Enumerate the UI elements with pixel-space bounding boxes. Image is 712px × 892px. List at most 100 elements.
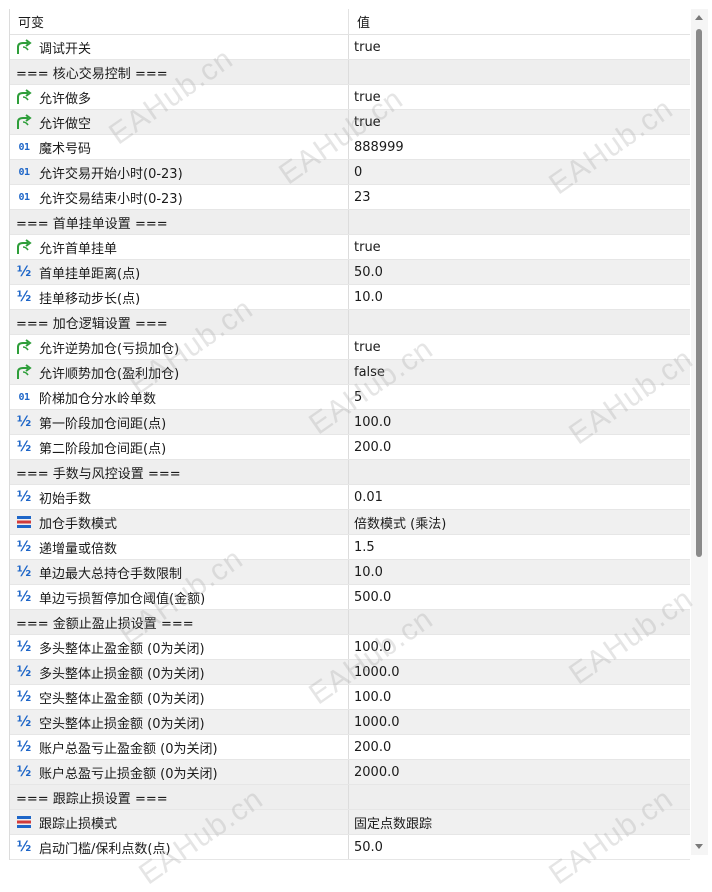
table-row[interactable]: ½ 多头整体止盈金额 (0为关闭) 100.0 [10, 635, 690, 660]
parameter-value-cell[interactable]: 1.5 [349, 535, 690, 559]
parameter-value-cell[interactable]: true [349, 35, 690, 59]
parameter-value-cell[interactable]: 50.0 [349, 835, 690, 859]
parameter-name: === 跟踪止损设置 === [16, 791, 168, 807]
bool-arrow-icon [13, 113, 35, 131]
table-row[interactable]: ½ 首单挂单距离(点) 50.0 [10, 260, 690, 285]
parameter-value-cell[interactable]: true [349, 335, 690, 359]
double-half-icon: ½ [16, 264, 32, 280]
parameter-value-cell[interactable]: 固定点数跟踪 [349, 810, 690, 834]
scroll-up-arrow-icon[interactable] [695, 15, 703, 20]
parameter-name-cell: 跟踪止损模式 [10, 810, 349, 834]
bool-arrow-icon [13, 363, 35, 381]
table-row[interactable]: 01 阶梯加仓分水岭单数 5 [10, 385, 690, 410]
table-row[interactable]: ½ 递增量或倍数 1.5 [10, 535, 690, 560]
table-row[interactable]: ½ 账户总盈亏止盈金额 (0为关闭) 200.0 [10, 735, 690, 760]
double-half-icon: ½ [16, 689, 32, 705]
parameter-name-cell: ½ 单边最大总持仓手数限制 [10, 560, 349, 584]
parameter-value-cell[interactable]: 5 [349, 385, 690, 409]
parameter-name-cell: 01 允许交易开始小时(0-23) [10, 160, 349, 184]
parameter-value-cell[interactable]: 500.0 [349, 585, 690, 609]
table-row[interactable]: 跟踪止损模式 固定点数跟踪 [10, 810, 690, 835]
table-row[interactable]: 允许逆势加仓(亏损加仓) true [10, 335, 690, 360]
parameter-value-cell[interactable]: 23 [349, 185, 690, 209]
parameter-value-cell[interactable]: 200.0 [349, 735, 690, 759]
table-row[interactable]: ½ 第一阶段加仓间距(点) 100.0 [10, 410, 690, 435]
table-row[interactable]: 01 允许交易结束小时(0-23) 23 [10, 185, 690, 210]
parameter-value-cell[interactable]: false [349, 360, 690, 384]
section-row[interactable]: === 加仓逻辑设置 === [10, 310, 690, 335]
parameter-name-cell: 允许做多 [10, 85, 349, 109]
parameter-value-cell[interactable]: 100.0 [349, 685, 690, 709]
parameter-value-cell[interactable]: 0 [349, 160, 690, 184]
bool-arrow-icon [13, 238, 35, 256]
parameter-value-cell[interactable]: true [349, 85, 690, 109]
parameter-name: 跟踪止损模式 [39, 816, 118, 832]
table-row[interactable]: ½ 单边亏损暂停加仓阈值(金额) 500.0 [10, 585, 690, 610]
parameter-name-cell: ½ 递增量或倍数 [10, 535, 349, 559]
table-body: 调试开关 true === 核心交易控制 === 允许做多 true 允许做空 true 01… [10, 35, 690, 860]
table-row[interactable]: 允许做多 true [10, 85, 690, 110]
parameter-value-cell[interactable]: 0.01 [349, 485, 690, 509]
parameter-value-cell[interactable]: true [349, 235, 690, 259]
double-half-icon: ½ [16, 639, 32, 655]
inputs-table: 可变 值 调试开关 true === 核心交易控制 === 允许做多 true 允许做空 t… [9, 9, 690, 860]
section-row[interactable]: === 首单挂单设置 === [10, 210, 690, 235]
parameter-name: 递增量或倍数 [39, 541, 118, 557]
table-header: 可变 值 [10, 9, 690, 35]
table-row[interactable]: ½ 多头整体止损金额 (0为关闭) 1000.0 [10, 660, 690, 685]
table-row[interactable]: ½ 单边最大总持仓手数限制 10.0 [10, 560, 690, 585]
section-row[interactable]: === 手数与风控设置 === [10, 460, 690, 485]
parameter-value-cell[interactable]: 10.0 [349, 560, 690, 584]
parameter-value-cell[interactable]: 100.0 [349, 635, 690, 659]
parameter-value-cell[interactable]: 10.0 [349, 285, 690, 309]
parameter-name: 调试开关 [39, 41, 92, 57]
parameter-value-cell[interactable]: 50.0 [349, 260, 690, 284]
table-row[interactable]: ½ 启动门槛/保利点数(点) 50.0 [10, 835, 690, 860]
parameter-name: 加仓手数模式 [39, 516, 118, 532]
parameter-value-cell[interactable]: 1000.0 [349, 660, 690, 684]
parameter-value-cell[interactable]: true [349, 110, 690, 134]
table-row[interactable]: 调试开关 true [10, 35, 690, 60]
column-header-value[interactable]: 值 [349, 9, 690, 34]
parameter-name-cell: 允许做空 [10, 110, 349, 134]
vertical-scrollbar[interactable] [691, 9, 708, 855]
section-row[interactable]: === 金额止盈止损设置 === [10, 610, 690, 635]
parameter-name: 魔术号码 [39, 141, 92, 157]
table-row[interactable]: ½ 账户总盈亏止损金额 (0为关闭) 2000.0 [10, 760, 690, 785]
parameter-value-cell[interactable]: 100.0 [349, 410, 690, 434]
table-row[interactable]: 01 允许交易开始小时(0-23) 0 [10, 160, 690, 185]
table-row[interactable]: 允许顺势加仓(盈利加仓) false [10, 360, 690, 385]
section-row[interactable]: === 跟踪止损设置 === [10, 785, 690, 810]
table-row[interactable]: 允许做空 true [10, 110, 690, 135]
table-row[interactable]: ½ 挂单移动步长(点) 10.0 [10, 285, 690, 310]
scroll-down-arrow-icon[interactable] [695, 844, 703, 849]
parameter-value-cell[interactable]: 200.0 [349, 435, 690, 459]
double-half-icon: ½ [16, 739, 32, 755]
parameter-name-cell: 01 阶梯加仓分水岭单数 [10, 385, 349, 409]
bool-arrow-icon [13, 38, 35, 56]
table-row[interactable]: ½ 初始手数 0.01 [10, 485, 690, 510]
table-row[interactable]: 01 魔术号码 888999 [10, 135, 690, 160]
table-row[interactable]: 加仓手数模式 倍数模式 (乘法) [10, 510, 690, 535]
parameter-value-cell[interactable]: 倍数模式 (乘法) [349, 510, 690, 534]
parameter-name: === 加仓逻辑设置 === [16, 316, 168, 332]
parameter-value-cell[interactable]: 1000.0 [349, 710, 690, 734]
section-row[interactable]: === 核心交易控制 === [10, 60, 690, 85]
parameter-value-cell [349, 610, 690, 634]
table-row[interactable]: ½ 空头整体止损金额 (0为关闭) 1000.0 [10, 710, 690, 735]
table-row[interactable]: ½ 第二阶段加仓间距(点) 200.0 [10, 435, 690, 460]
parameter-name: 挂单移动步长(点) [39, 291, 141, 307]
table-row[interactable]: 允许首单挂单 true [10, 235, 690, 260]
parameter-value-cell[interactable]: 2000.0 [349, 760, 690, 784]
scrollbar-thumb[interactable] [696, 29, 702, 557]
parameter-name-cell: === 金额止盈止损设置 === [10, 610, 349, 634]
parameter-name: === 金额止盈止损设置 === [16, 616, 194, 632]
parameter-name: 第二阶段加仓间距(点) [39, 441, 167, 457]
table-row[interactable]: ½ 空头整体止盈金额 (0为关闭) 100.0 [10, 685, 690, 710]
parameter-value-cell[interactable]: 888999 [349, 135, 690, 159]
parameter-name: 允许交易结束小时(0-23) [39, 191, 183, 207]
parameter-name: 首单挂单距离(点) [39, 266, 141, 282]
parameter-name: === 核心交易控制 === [16, 66, 168, 82]
parameter-name-cell: ½ 挂单移动步长(点) [10, 285, 349, 309]
column-header-name[interactable]: 可变 [10, 9, 349, 34]
